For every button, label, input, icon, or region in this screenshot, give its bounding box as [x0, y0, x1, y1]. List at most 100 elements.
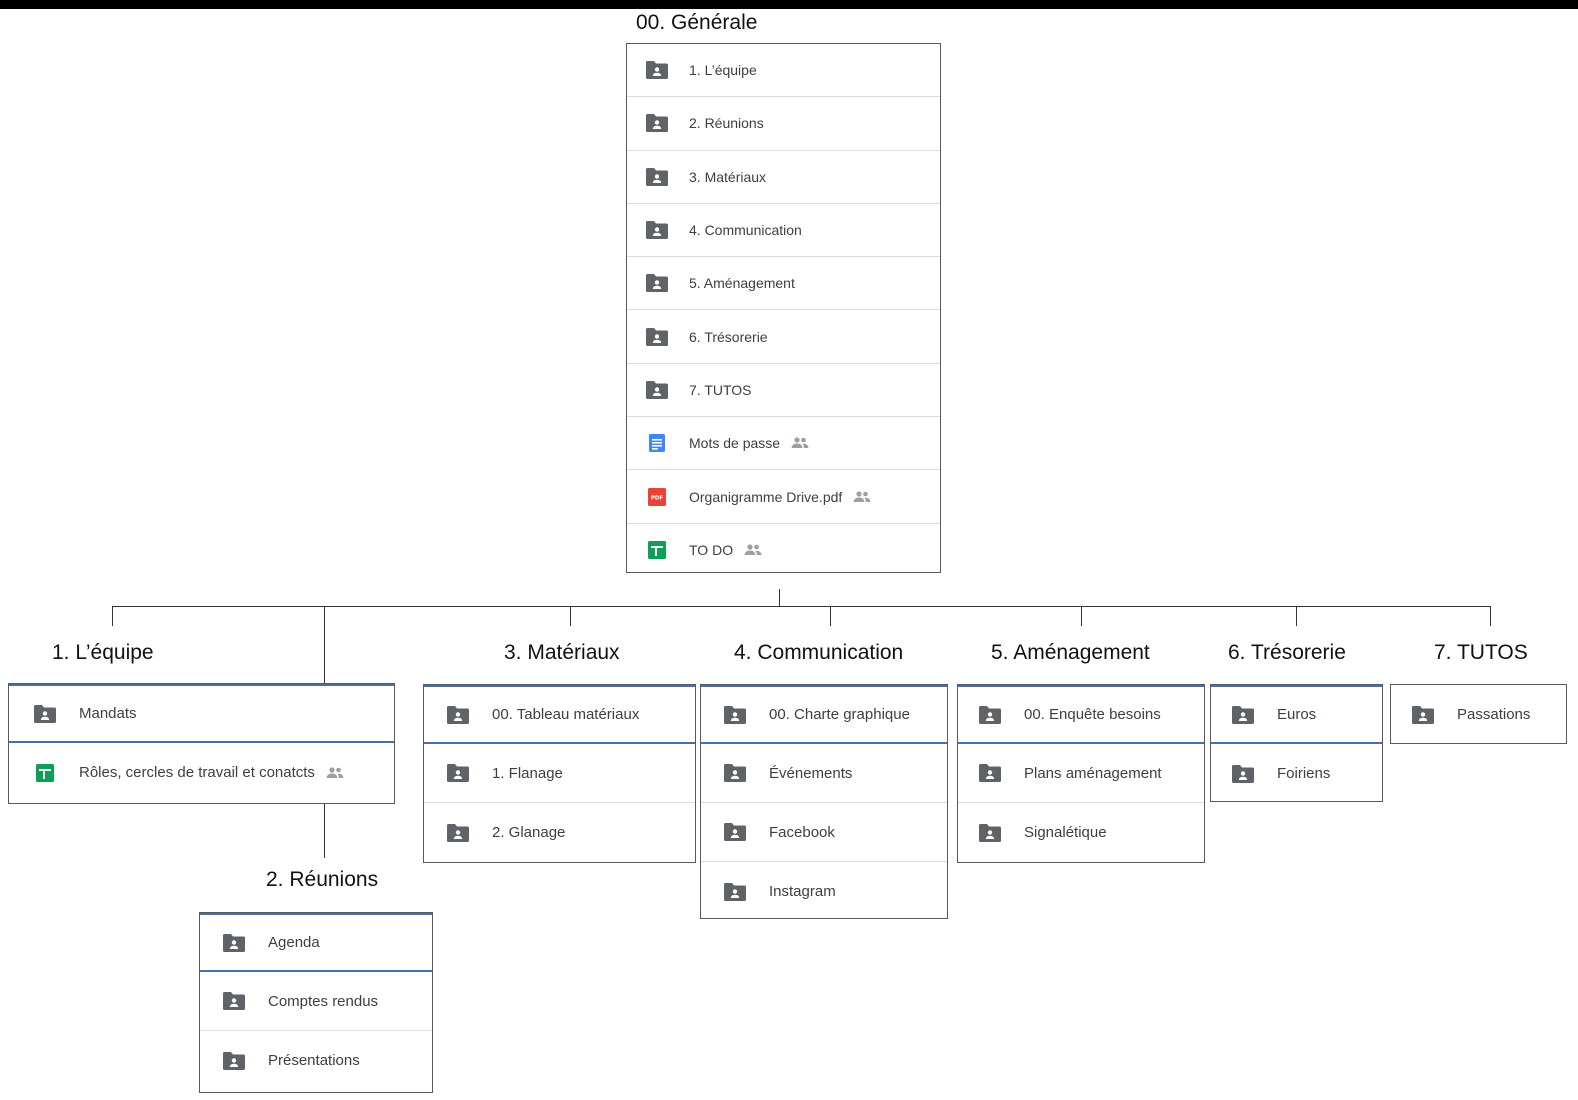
item-passations[interactable]: Passations [1391, 685, 1566, 744]
item-label: 4. Communication [689, 222, 802, 239]
tutos-folder-list: Passations [1390, 684, 1567, 744]
item-3-materiaux[interactable]: 3. Matériaux [627, 151, 940, 204]
root-folder-list: 1. L’équipe 2. Réunions 3. Matériaux 4. Com… [626, 43, 941, 573]
item-mots-de-passe[interactable]: Mots de passe [627, 417, 940, 471]
folder-shared-icon [645, 113, 669, 133]
folder-shared-icon [222, 1051, 246, 1071]
item-label: Euros [1277, 706, 1317, 723]
item-00-enquete-besoins[interactable]: 00. Enquête besoins [958, 685, 1204, 744]
amenagement-folder-list: 00. Enquête besoins Plans aménagement Sign… [957, 684, 1205, 863]
folder-shared-icon [723, 705, 747, 725]
connector-equipe [112, 606, 113, 626]
item-label: Agenda [268, 934, 320, 951]
folder-shared-icon [723, 763, 747, 783]
svg-text:PDF: PDF [651, 495, 664, 501]
item-label: Passations [1457, 706, 1531, 723]
item-comptes-rendus[interactable]: Comptes rendus [200, 972, 432, 1031]
item-label: 00. Tableau matériaux [492, 706, 640, 723]
connector-materiaux [570, 606, 571, 626]
sheets-icon [645, 540, 669, 560]
item-label: 2. Réunions [689, 115, 764, 132]
item-label: Rôles, cercles de travail et conatcts [79, 764, 315, 781]
top-black-bar [0, 0, 1578, 9]
folder-shared-icon [222, 991, 246, 1011]
item-mandats[interactable]: Mandats [9, 684, 394, 743]
connector-horizontal [112, 606, 1491, 607]
folder-shared-icon [1231, 705, 1255, 725]
item-label: 00. Charte graphique [769, 706, 910, 723]
materiaux-folder-list: 00. Tableau matériaux 1. Flanage 2. Glanag… [423, 684, 696, 863]
folder-shared-icon [222, 933, 246, 953]
item-4-communication[interactable]: 4. Communication [627, 204, 940, 258]
item-facebook[interactable]: Facebook [701, 803, 947, 862]
item-plans-amenagement[interactable]: Plans aménagement [958, 744, 1204, 803]
item-label: Signalétique [1024, 824, 1107, 841]
item-00-tableau-materiaux[interactable]: 00. Tableau matériaux [424, 685, 695, 744]
reunions-title: 2. Réunions [266, 868, 379, 891]
communication-title: 4. Communication [734, 641, 904, 664]
item-label: Plans aménagement [1024, 764, 1162, 782]
item-label: 1. Flanage [492, 764, 563, 782]
item-to-do[interactable]: TO DO [627, 524, 940, 577]
item-label: Instagram [769, 883, 836, 900]
connector-root-stem [779, 589, 780, 607]
item-00-charte-graphique[interactable]: 00. Charte graphique [701, 685, 947, 744]
folder-shared-icon [978, 823, 1002, 843]
materiaux-title: 3. Matériaux [504, 641, 620, 664]
item-label: 3. Matériaux [689, 168, 767, 185]
folder-shared-icon [723, 882, 747, 902]
communication-folder-list: 00. Charte graphique Événements Facebook In… [700, 684, 948, 919]
item-2-reunions[interactable]: 2. Réunions [627, 97, 940, 151]
equipe-folder-list: Mandats Rôles, cercles de travail et cona… [8, 683, 395, 804]
folder-shared-icon [645, 380, 669, 400]
item-2-glanage[interactable]: 2. Glanage [424, 803, 695, 862]
tutos-title: 7. TUTOS [1434, 641, 1528, 664]
item-label: Organigramme Drive.pdf [689, 488, 843, 505]
item-label: 7. TUTOS [689, 381, 752, 398]
item-6-tresorerie[interactable]: 6. Trésorerie [627, 310, 940, 364]
item-foiriens[interactable]: Foiriens [1211, 744, 1382, 803]
item-label: Présentations [268, 1052, 360, 1069]
sheets-icon [33, 763, 57, 783]
equipe-title: 1. L’équipe [52, 641, 154, 664]
folder-shared-icon [446, 823, 470, 843]
folder-shared-icon [723, 822, 747, 842]
pdf-icon: PDF [645, 487, 669, 507]
item-label: 5. Aménagement [689, 275, 795, 292]
shared-people-icon [790, 436, 810, 450]
connector-amenagement [1081, 606, 1082, 626]
amenagement-title: 5. Aménagement [991, 641, 1150, 664]
item-label: Mots de passe [689, 435, 781, 452]
folder-shared-icon [446, 763, 470, 783]
item-label: 1. L’équipe [689, 62, 757, 79]
folder-shared-icon [645, 220, 669, 240]
tresorerie-folder-list: Euros Foiriens [1210, 684, 1383, 802]
item-5-amenagement[interactable]: 5. Aménagement [627, 257, 940, 311]
folder-shared-icon [978, 705, 1002, 725]
connector-communication [830, 606, 831, 626]
item-presentations[interactable]: Présentations [200, 1031, 432, 1090]
item-agenda[interactable]: Agenda [200, 913, 432, 972]
connector-reunions-upper [324, 606, 325, 683]
item-label: 6. Trésorerie [689, 328, 768, 345]
folder-shared-icon [645, 167, 669, 187]
item-1-l-equipe[interactable]: 1. L’équipe [627, 44, 940, 98]
item-signaletique[interactable]: Signalétique [958, 803, 1204, 862]
connector-reunions-lower [324, 803, 325, 858]
connector-tresorerie [1296, 606, 1297, 626]
docs-icon [645, 433, 669, 453]
shared-people-icon [852, 490, 872, 504]
item-7-tutos[interactable]: 7. TUTOS [627, 364, 940, 418]
item-roles-cercles-de-travail-et-conatcts[interactable]: Rôles, cercles de travail et conatcts [9, 743, 394, 802]
connector-tutos [1490, 606, 1491, 626]
folder-shared-icon [645, 60, 669, 80]
item-label: Mandats [79, 705, 137, 722]
item-euros[interactable]: Euros [1211, 685, 1382, 744]
item-label: Comptes rendus [268, 992, 379, 1010]
folder-shared-icon [978, 763, 1002, 783]
item-1-flanage[interactable]: 1. Flanage [424, 744, 695, 803]
folder-shared-icon [1411, 705, 1435, 725]
item-instagram[interactable]: Instagram [701, 862, 947, 921]
item-evenements[interactable]: Événements [701, 744, 947, 803]
item-organigramme-drive-pdf[interactable]: PDF Organigramme Drive.pdf [627, 470, 940, 524]
